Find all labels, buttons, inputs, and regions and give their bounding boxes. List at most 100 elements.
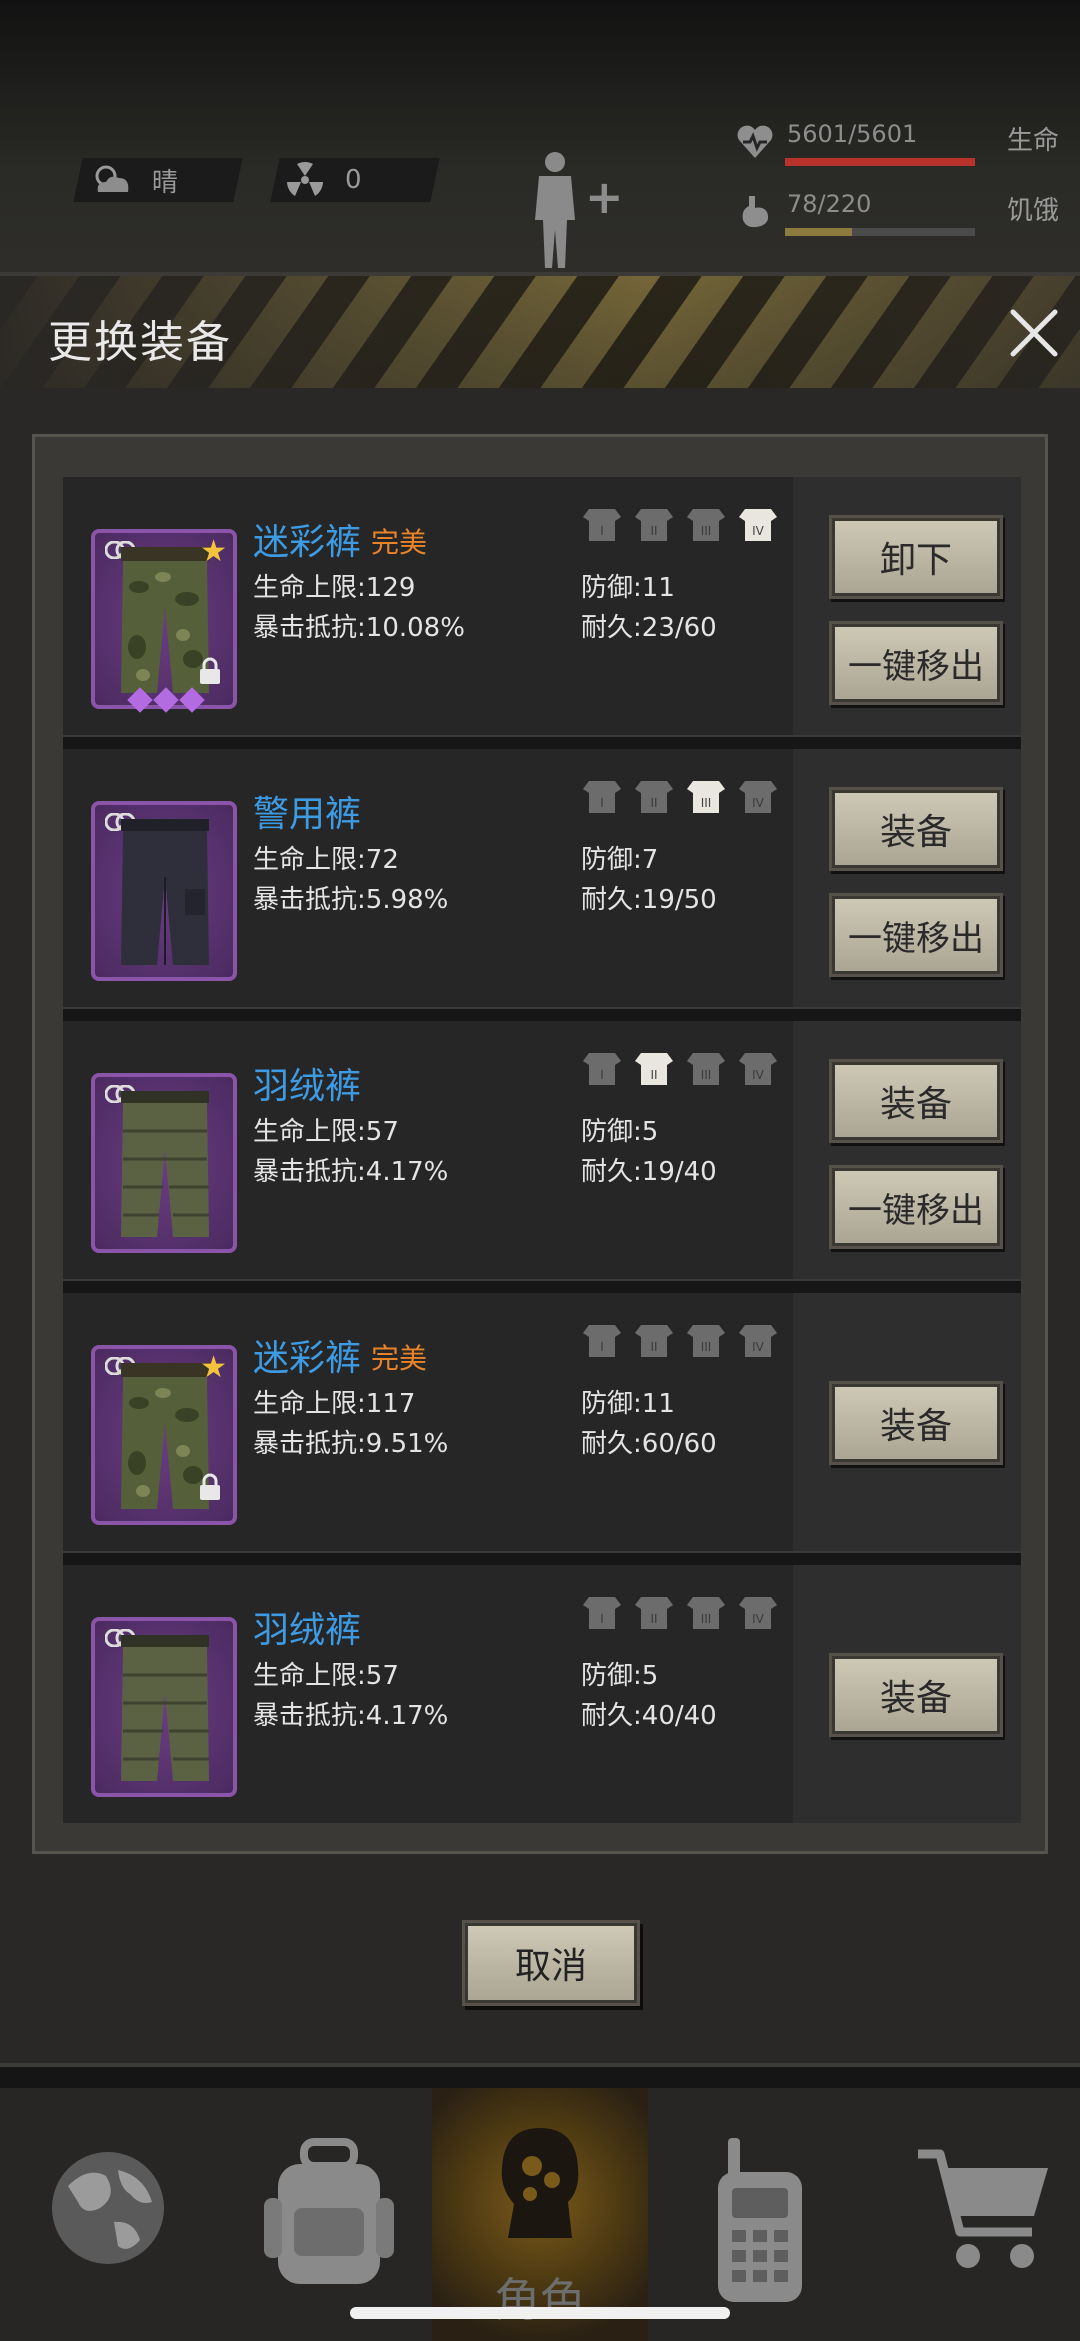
crit-label: 暴击抵抗 [253, 1429, 358, 1459]
equipment-row[interactable]: ★ 迷彩裤 完美 生命上限:117 暴击抵抗:9.51% 防御:11 耐久:60/60 I II… [63, 1293, 1021, 1551]
item-thumbnail[interactable]: ★ [91, 529, 237, 713]
svg-text:IV: IV [752, 1612, 765, 1626]
cloud-sun-icon [95, 165, 129, 192]
item-name: 迷彩裤 [253, 522, 362, 563]
hp-value: 57 [365, 1661, 399, 1691]
character-icon [501, 2128, 579, 2238]
tier-indicators: I II III IV [583, 779, 777, 815]
durability-label: 耐久 [581, 885, 634, 915]
item-name: 警用裤 [253, 794, 362, 835]
svg-text:IV: IV [752, 524, 765, 538]
backpack-icon [264, 2138, 394, 2284]
tier-IV-icon: IV [739, 781, 777, 813]
nav-tab-shop[interactable] [864, 2088, 1080, 2341]
crit-label: 暴击抵抗 [253, 885, 358, 915]
equip-button[interactable]: 装备 [829, 1653, 1003, 1737]
equipment-row[interactable]: ★ 迷彩裤 完美 生命上限:129 暴击抵抗:10.08% 防御:11 耐久:23/60 I I… [63, 477, 1021, 735]
defense-value: 7 [641, 845, 659, 875]
police-pants-icon [121, 819, 209, 965]
item-durability: 耐久:19/50 [581, 885, 717, 915]
tier-I-icon: I [583, 1325, 621, 1357]
tier-indicators: I II III IV [583, 1323, 777, 1359]
item-crit: 暴击抵抗:5.98% [253, 885, 449, 915]
tier-II-icon: II [635, 1325, 673, 1357]
equipment-row[interactable]: 警用裤 生命上限:72 暴击抵抗:5.98% 防御:7 耐久:19/50 I II III IV… [63, 749, 1021, 1007]
item-hp: 生命上限:117 [253, 1389, 416, 1419]
svg-text:I: I [600, 796, 604, 810]
tier-II-icon: II [635, 509, 673, 541]
item-quality: 完美 [371, 526, 428, 559]
crit-label: 暴击抵抗 [253, 613, 358, 643]
durability-label: 耐久 [581, 1429, 634, 1459]
globe-icon [52, 2152, 164, 2264]
radiation-value: 0 [345, 165, 362, 195]
crit-value: 9.51% [365, 1429, 449, 1459]
hp-label: 生命上限 [253, 1117, 358, 1147]
hp-value: 57 [365, 1117, 399, 1147]
health-stat: 5601/5601 生命 [735, 118, 1065, 168]
tier-IV-icon: IV [739, 1053, 777, 1085]
tier-indicators: I II III IV [583, 1051, 777, 1087]
hp-value: 129 [365, 573, 416, 603]
svg-text:II: II [650, 1612, 657, 1626]
item-durability: 耐久:19/40 [581, 1157, 717, 1187]
crit-value: 4.17% [365, 1157, 449, 1187]
radio-icon [718, 2138, 802, 2302]
crit-label: 暴击抵抗 [253, 1157, 358, 1187]
item-thumbnail[interactable] [91, 1617, 237, 1797]
durability-label: 耐久 [581, 1157, 634, 1187]
nav-tab-radio[interactable] [648, 2088, 864, 2341]
equipment-row[interactable]: 羽绒裤 生命上限:57 暴击抵抗:4.17% 防御:5 耐久:40/40 I II III IV… [63, 1565, 1021, 1823]
durability-value: 23/60 [641, 613, 717, 643]
equipment-list[interactable]: ★ 迷彩裤 完美 生命上限:129 暴击抵抗:10.08% 防御:11 耐久:23/60 I I… [63, 477, 1021, 1823]
row-separator [63, 1007, 1021, 1021]
durability-value: 19/40 [641, 1157, 717, 1187]
item-durability: 耐久:23/60 [581, 613, 717, 643]
tier-IV-icon: IV [739, 1597, 777, 1629]
item-quality: 完美 [371, 1342, 428, 1375]
tier-indicators: I II III IV [583, 507, 777, 543]
item-primary-button[interactable]: 装备 [829, 1059, 1003, 1143]
gem-icon [127, 687, 153, 713]
item-crit: 暴击抵抗:4.17% [253, 1157, 449, 1187]
crit-label: 暴击抵抗 [253, 1701, 358, 1731]
item-primary-button[interactable]: 卸下 [829, 515, 1003, 599]
nav-tab-backpack[interactable] [216, 2088, 432, 2341]
nav-tab-world[interactable] [0, 2088, 216, 2341]
tier-I-icon: I [583, 509, 621, 541]
tier-I-icon: I [583, 781, 621, 813]
down-pants-icon [121, 1635, 209, 1781]
hunger-label: 饥饿 [1006, 196, 1059, 226]
health-value: 5601/5601 [787, 120, 918, 148]
item-durability: 耐久:60/60 [581, 1429, 717, 1459]
item-thumbnail[interactable] [91, 1073, 237, 1253]
equip-button[interactable]: 装备 [829, 1381, 1003, 1465]
tier-IV-icon: IV [739, 509, 777, 541]
item-primary-button[interactable]: 装备 [829, 787, 1003, 871]
item-defense: 防御:11 [581, 573, 675, 603]
item-name: 迷彩裤 [253, 1338, 362, 1379]
nav-tab-character[interactable]: 角色 [432, 2088, 648, 2341]
tier-III-icon: III [687, 1325, 725, 1357]
tier-III-icon: III [687, 509, 725, 541]
lock-icon [200, 1473, 220, 1500]
item-hp: 生命上限:72 [253, 845, 399, 875]
svg-text:IV: IV [752, 796, 765, 810]
home-indicator[interactable] [350, 2307, 730, 2319]
svg-text:I: I [600, 1340, 604, 1354]
remove-all-button[interactable]: 一键移出 [829, 893, 1003, 977]
cancel-button[interactable]: 取消 [462, 1920, 640, 2006]
tier-IV-icon: IV [739, 1325, 777, 1357]
equipment-row[interactable]: 羽绒裤 生命上限:57 暴击抵抗:4.17% 防御:5 耐久:19/40 I II III IV… [63, 1021, 1021, 1279]
item-crit: 暴击抵抗:9.51% [253, 1429, 449, 1459]
equipment-list-frame: ★ 迷彩裤 完美 生命上限:129 暴击抵抗:10.08% 防御:11 耐久:23/60 I I… [32, 434, 1048, 1854]
radiation-icon [287, 162, 323, 196]
remove-all-button[interactable]: 一键移出 [829, 621, 1003, 705]
remove-all-button[interactable]: 一键移出 [829, 1165, 1003, 1249]
character-figure-icon[interactable] [525, 150, 585, 270]
crit-value: 10.08% [365, 613, 465, 643]
item-thumbnail[interactable]: ★ [91, 1345, 237, 1525]
add-icon[interactable]: + [585, 170, 624, 224]
item-thumbnail[interactable] [91, 801, 237, 981]
close-icon[interactable] [1005, 304, 1063, 362]
